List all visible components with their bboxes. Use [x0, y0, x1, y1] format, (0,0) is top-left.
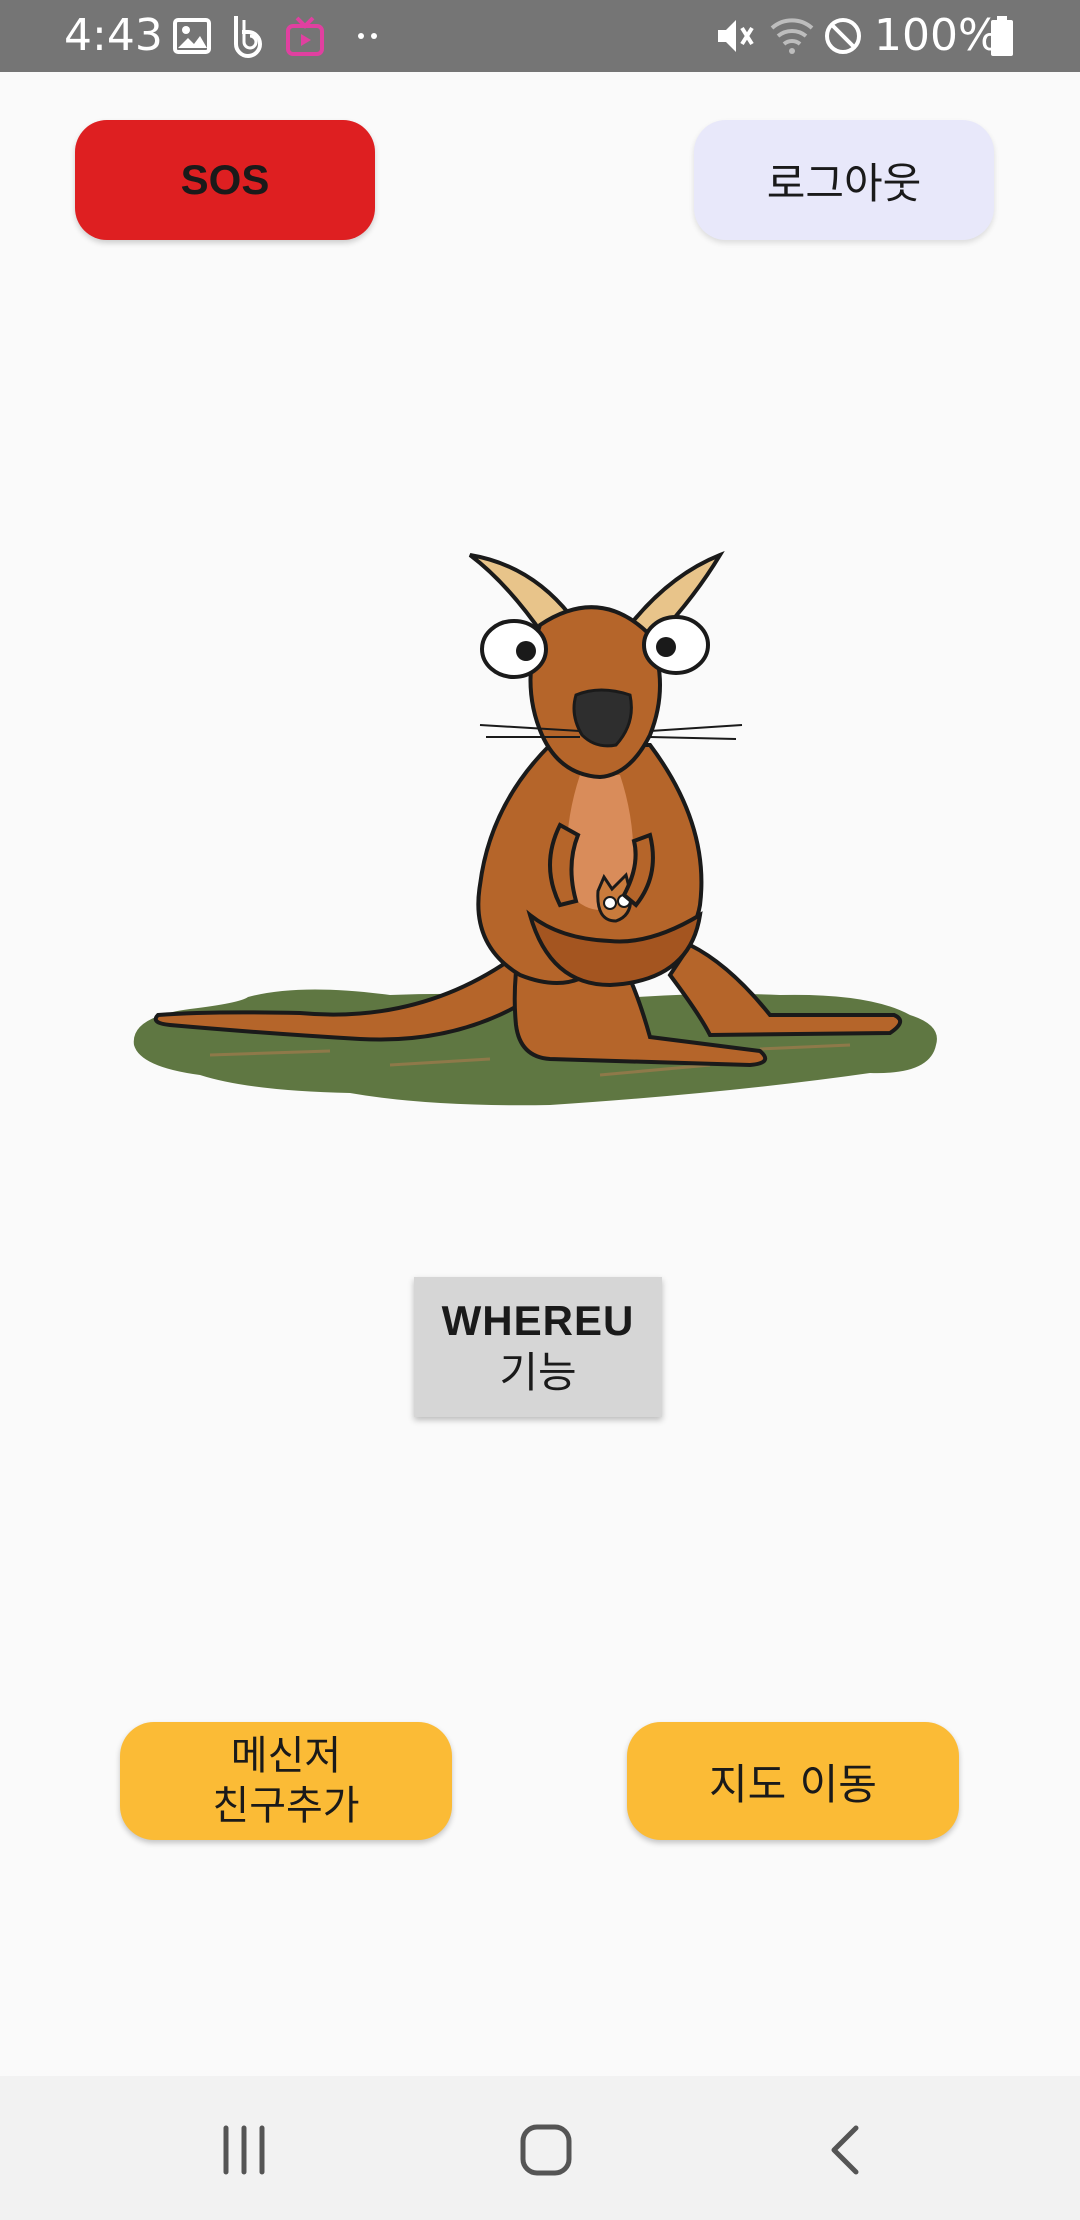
sos-button[interactable]: SOS	[75, 120, 375, 240]
b-app-icon	[234, 16, 262, 58]
more-dots-icon	[358, 33, 377, 39]
whereu-feature-button[interactable]: WHEREU 기능	[414, 1277, 662, 1417]
home-icon[interactable]	[514, 2118, 578, 2182]
status-time: 4:43	[64, 10, 163, 61]
map-navigate-button[interactable]: 지도 이동	[627, 1722, 959, 1840]
whereu-label-line2: 기능	[499, 1349, 577, 1396]
messenger-add-friend-button[interactable]: 메신저 친구추가	[120, 1722, 452, 1840]
battery-percent: 100%	[874, 10, 1000, 61]
wifi-icon	[770, 18, 814, 54]
messenger-label-line2: 친구추가	[212, 1783, 360, 1829]
kangaroo-illustration	[133, 550, 937, 1106]
back-icon[interactable]	[816, 2118, 880, 2182]
whereu-label-line1: WHEREU	[441, 1297, 635, 1344]
mute-icon	[718, 20, 754, 52]
status-bar: 4:43 100%	[0, 0, 1080, 72]
logout-button[interactable]: 로그아웃	[694, 120, 994, 240]
tv-app-icon	[286, 16, 324, 56]
messenger-label-line1: 메신저	[230, 1733, 342, 1779]
do-not-disturb-icon	[825, 18, 861, 54]
image-icon	[173, 18, 211, 54]
navigation-bar	[0, 2076, 1080, 2220]
battery-icon	[991, 16, 1013, 56]
recent-apps-icon[interactable]	[212, 2118, 276, 2182]
